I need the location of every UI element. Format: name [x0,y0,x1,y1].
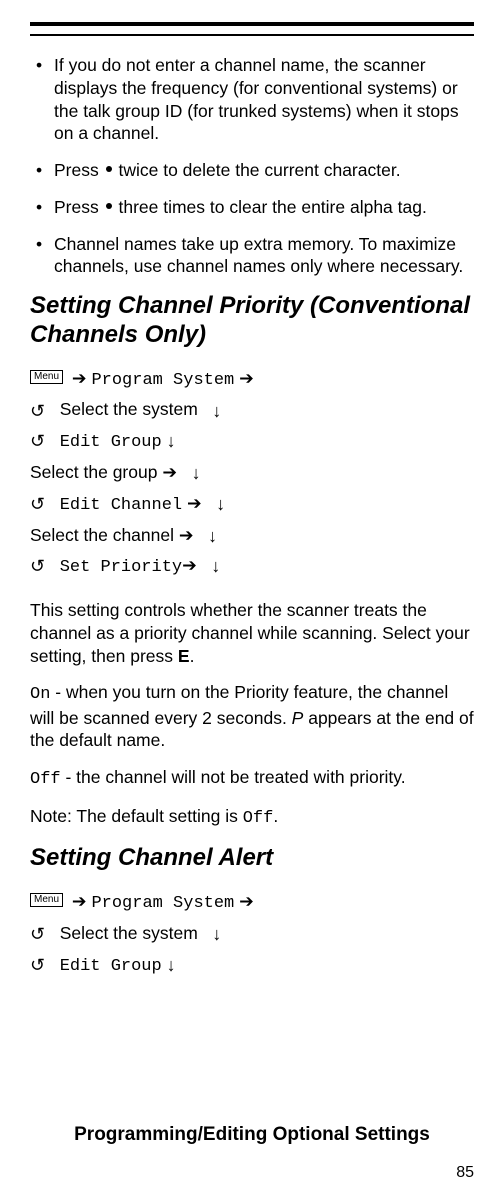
note-text: twice to delete the current character. [114,160,401,180]
down-arrow-icon: ↓ [211,551,220,582]
menu-key-icon: Menu [30,370,63,384]
top-rule-thin [30,34,474,36]
down-arrow-icon: ↓ [208,521,217,552]
arrow-right-icon: ➔ [72,891,87,911]
dot-key-icon [106,203,112,209]
menu-path: Program System [91,894,234,913]
default-note: Note: The default setting is Off. [30,805,474,830]
note-text: Channel names take up extra memory. To m… [54,234,463,277]
key-label: E [178,646,190,666]
down-arrow-icon: ↓ [167,950,176,981]
option-label: Off [243,809,274,828]
notes-list: If you do not enter a channel name, the … [30,54,474,278]
top-rule-thick [30,22,474,26]
down-arrow-icon: ↓ [212,919,221,950]
down-arrow-icon: ↓ [216,489,225,520]
note-text: three times to clear the entire alpha ta… [114,197,427,217]
rotate-icon: ↺ [30,919,45,950]
rotate-icon: ↺ [30,489,45,520]
arrow-right-icon: ➔ [72,368,87,388]
note-text: Note: The default setting is [30,806,243,826]
nav-sequence-alert: Menu ➔ Program System ➔ ↺ Select the sys… [30,887,474,981]
italic-p: P [292,708,304,728]
down-arrow-icon: ↓ [212,396,221,427]
body-text: This setting controls whether the scanne… [30,600,470,666]
menu-path: Program System [91,371,234,390]
option-label: On [30,685,50,704]
list-item: Press three times to clear the entire al… [30,196,474,219]
nav-text: Select the group [30,462,157,482]
rotate-icon: ↺ [30,551,45,582]
rotate-icon: ↺ [30,426,45,457]
footer-title: Programming/Editing Optional Settings [0,1124,504,1146]
option-text: - the channel will not be treated with p… [61,767,406,787]
menu-key-icon: Menu [30,893,63,907]
page-number: 85 [456,1164,474,1182]
down-arrow-icon: ↓ [192,458,201,489]
dot-key-icon [106,166,112,172]
on-option: On - when you turn on the Priority featu… [30,681,474,752]
note-text: . [273,806,278,826]
nav-sequence-priority: Menu ➔ Program System ➔ ↺ Select the sys… [30,364,474,584]
menu-path: Edit Group [60,433,162,452]
nav-text: Select the system [60,923,198,943]
menu-path: Edit Channel [60,496,182,515]
body-text: . [190,646,195,666]
nav-text: Select the system [60,399,198,419]
heading-alert: Setting Channel Alert [30,844,474,873]
arrow-right-icon: ➔ [179,525,194,545]
heading-priority: Setting Channel Priority (Conventional C… [30,292,474,350]
rotate-icon: ↺ [30,950,45,981]
priority-description: This setting controls whether the scanne… [30,599,474,667]
down-arrow-icon: ↓ [167,426,176,457]
rotate-icon: ↺ [30,396,45,427]
list-item: Press twice to delete the current charac… [30,159,474,182]
note-text: Press [54,197,104,217]
list-item: Channel names take up extra memory. To m… [30,233,474,279]
nav-text: Select the channel [30,525,174,545]
arrow-right-icon: ➔ [162,462,177,482]
arrow-right-icon: ➔ [239,368,254,388]
option-label: Off [30,770,61,789]
menu-path: Edit Group [60,957,162,976]
arrow-right-icon: ➔ [239,891,254,911]
list-item: If you do not enter a channel name, the … [30,54,474,145]
note-text: Press [54,160,104,180]
menu-path: Set Priority [60,558,182,577]
arrow-right-icon: ➔ [182,555,197,575]
off-option: Off - the channel will not be treated wi… [30,766,474,791]
arrow-right-icon: ➔ [187,493,202,513]
note-text: If you do not enter a channel name, the … [54,55,459,143]
